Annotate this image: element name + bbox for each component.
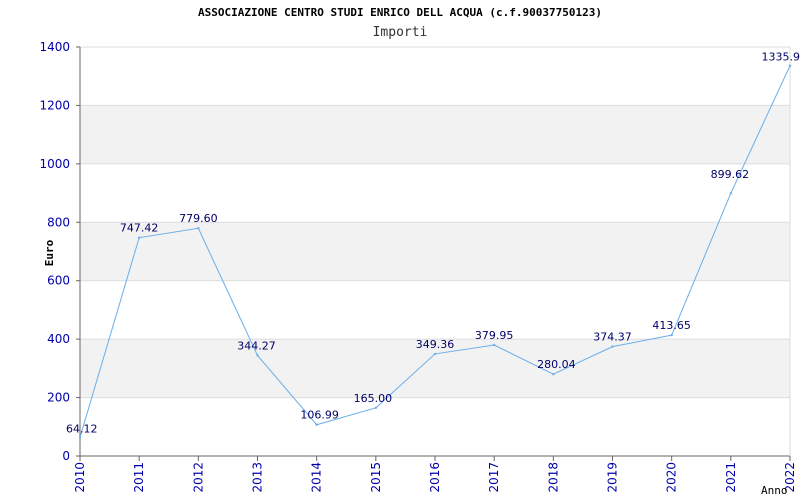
grid-band (80, 222, 790, 281)
x-tick-label: 2016 (428, 462, 442, 493)
data-point (137, 236, 141, 239)
data-point (197, 227, 200, 230)
data-label: 379.95 (475, 329, 514, 342)
data-point (315, 423, 318, 426)
x-tick-label: 2010 (73, 462, 87, 493)
y-tick-label: 1400 (39, 40, 70, 54)
y-tick-label: 200 (47, 391, 70, 405)
data-point (788, 64, 792, 67)
data-point (552, 372, 555, 376)
data-label: 747.42 (120, 222, 159, 235)
x-tick-label: 2013 (251, 462, 265, 493)
data-label: 899.62 (711, 168, 750, 181)
data-point (492, 343, 496, 347)
data-label: 64.12 (66, 422, 98, 435)
x-axis-label: Anno (761, 484, 788, 497)
y-tick-label: 800 (47, 215, 70, 229)
x-tick-label: 2017 (487, 462, 501, 493)
data-label: 349.36 (416, 338, 455, 351)
y-axis-label: Euro (43, 239, 56, 266)
data-label: 779.60 (179, 212, 218, 225)
data-label: 1335.9 (762, 51, 800, 64)
x-tick-label: 2018 (546, 462, 560, 493)
data-label: 344.27 (237, 339, 276, 352)
grid-band (80, 105, 790, 164)
y-tick-label: 400 (47, 332, 70, 346)
x-tick-label: 2019 (606, 462, 620, 493)
data-point (433, 352, 437, 356)
data-point (78, 436, 82, 439)
data-label: 413.65 (652, 319, 691, 332)
x-tick-label: 2015 (369, 462, 383, 493)
x-tick-label: 2011 (132, 462, 146, 493)
line-chart: 0200400600800100012001400 2010 2011 2012 20… (39, 40, 800, 497)
x-axis-ticks: 2010 2011 2012 2013 2014 2015 2016 2017 2018 2019… (73, 456, 797, 493)
y-tick-label: 0 (62, 449, 70, 463)
data-point (729, 191, 733, 195)
data-point (256, 354, 259, 357)
y-tick-label: 1000 (39, 157, 70, 171)
data-label: 165.00 (354, 392, 393, 405)
x-tick-label: 2014 (310, 462, 324, 493)
data-label: 374.37 (593, 331, 632, 344)
data-label: 280.04 (537, 358, 576, 371)
data-point (670, 333, 673, 337)
x-tick-label: 2012 (191, 462, 205, 493)
y-tick-label: 600 (47, 274, 70, 288)
data-point (611, 345, 614, 348)
data-label: 106.99 (300, 409, 339, 422)
data-point (374, 406, 378, 409)
y-tick-label: 1200 (39, 98, 70, 112)
x-tick-label: 2021 (724, 462, 738, 493)
x-tick-label: 2020 (665, 462, 679, 493)
